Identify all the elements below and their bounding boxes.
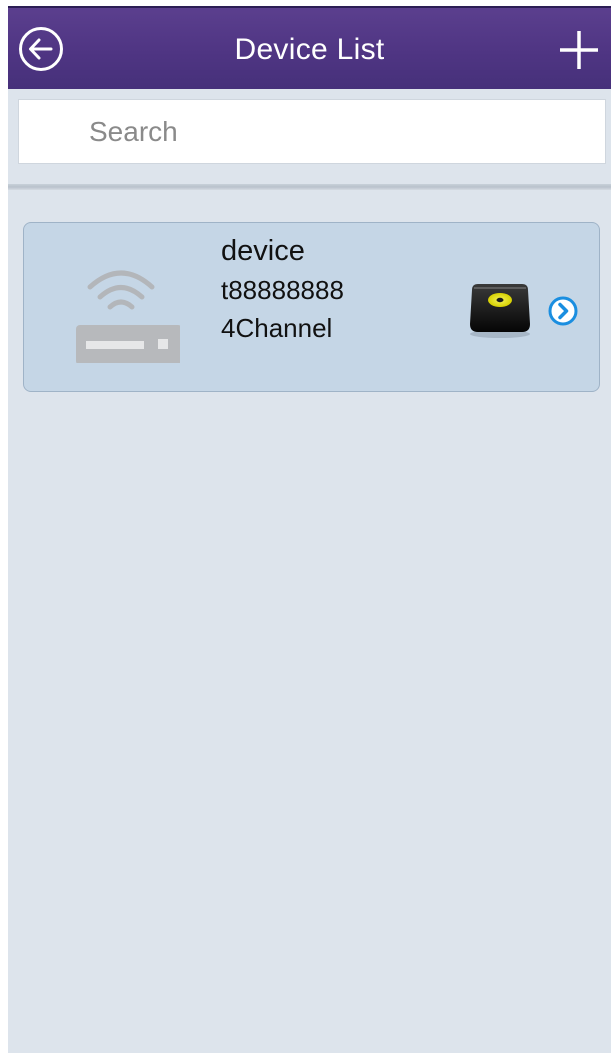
chevron-right-circle-icon[interactable] bbox=[547, 295, 579, 327]
hard-disk-icon bbox=[464, 280, 536, 340]
device-name: device bbox=[221, 235, 305, 267]
search-bar bbox=[18, 99, 606, 164]
device-list-item[interactable]: device t88888888 4Channel bbox=[23, 222, 600, 392]
page-title: Device List bbox=[234, 33, 385, 66]
device-id: t88888888 bbox=[221, 275, 344, 305]
search-input[interactable] bbox=[19, 100, 605, 163]
header-bar: Device List bbox=[8, 6, 611, 89]
device-channels: 4Channel bbox=[221, 313, 333, 343]
device-info: device t88888888 4Channel bbox=[221, 231, 344, 347]
app-screen: Device List device t88888888 4Cha bbox=[8, 6, 611, 1053]
divider bbox=[8, 184, 611, 190]
plus-icon bbox=[560, 31, 598, 69]
add-device-button[interactable] bbox=[559, 30, 599, 70]
wifi-router-icon bbox=[62, 253, 182, 365]
